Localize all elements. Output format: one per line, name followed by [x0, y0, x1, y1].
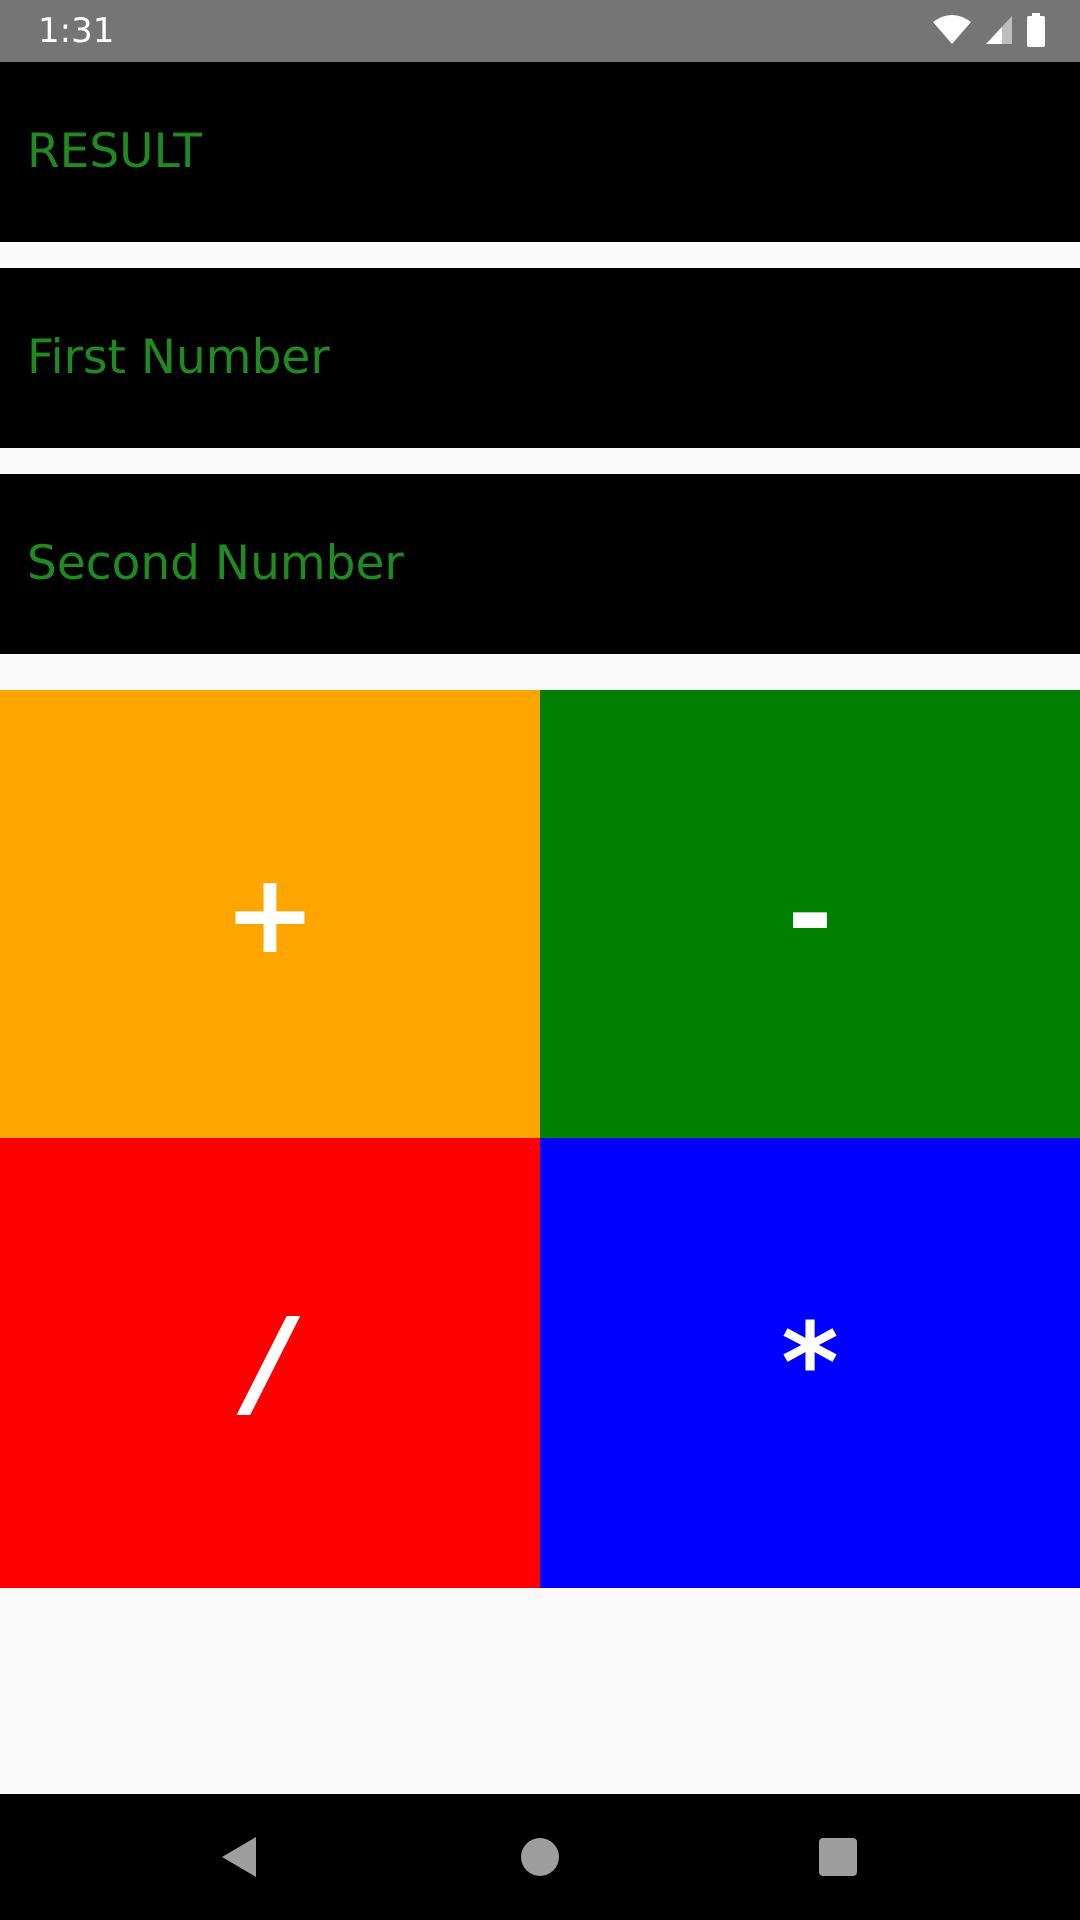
result-text: RESULT — [27, 124, 203, 179]
add-button[interactable]: + — [0, 690, 540, 1138]
cellular-signal-icon — [984, 14, 1014, 50]
add-button-label: + — [223, 850, 317, 978]
first-number-placeholder: First Number — [27, 330, 330, 385]
result-field: RESULT — [0, 62, 1080, 242]
home-icon[interactable] — [510, 1827, 570, 1887]
battery-icon — [1026, 13, 1046, 51]
wifi-icon — [932, 14, 972, 50]
first-number-input[interactable]: First Number — [0, 268, 1080, 448]
subtract-button[interactable]: - — [540, 690, 1080, 1138]
multiply-button-label: * — [781, 1299, 839, 1427]
subtract-button-label: - — [787, 850, 833, 978]
navigation-bar — [0, 1794, 1080, 1920]
recents-icon[interactable] — [808, 1827, 868, 1887]
status-bar: 1:31 — [0, 0, 1080, 62]
second-number-placeholder: Second Number — [27, 536, 404, 591]
status-icons — [932, 13, 1046, 51]
multiply-button[interactable]: * — [540, 1138, 1080, 1588]
back-icon[interactable] — [210, 1827, 270, 1887]
status-time: 1:31 — [38, 11, 115, 51]
divide-button-label: / — [248, 1293, 292, 1433]
second-number-input[interactable]: Second Number — [0, 474, 1080, 654]
divide-button[interactable]: / — [0, 1138, 540, 1588]
